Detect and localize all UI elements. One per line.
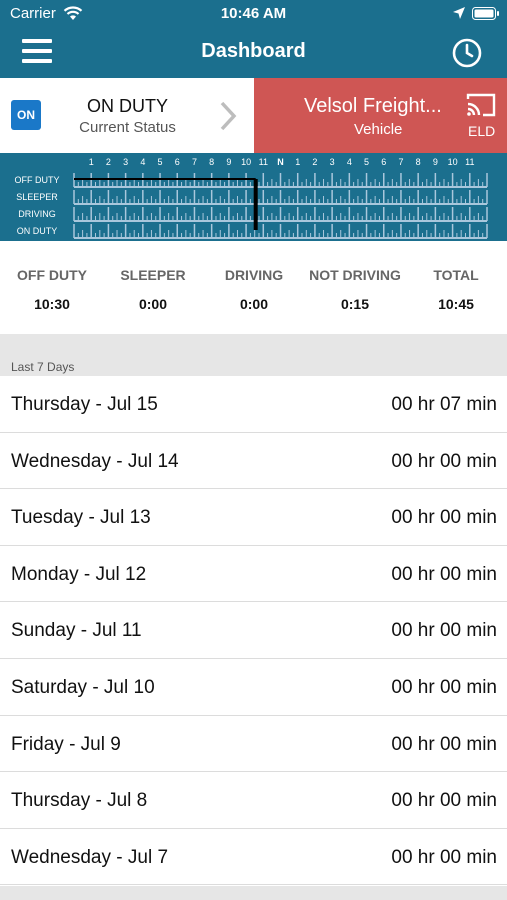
total-label: TOTAL (433, 267, 479, 283)
total-value: 0:00 (239, 296, 269, 312)
total-label: OFF DUTY (17, 267, 87, 283)
row-label: OFF DUTY (15, 175, 60, 185)
battery-icon (472, 7, 499, 20)
row-label: SLEEPER (16, 192, 58, 202)
hour-tick-label: 11 (465, 157, 474, 167)
hour-tick-label: 3 (123, 157, 128, 167)
day-hours: 00 hr 00 min (391, 676, 497, 698)
list-footer (0, 886, 507, 900)
list-item[interactable]: Tuesday - Jul 13 00 hr 00 min (0, 489, 507, 546)
section-title: Last 7 Days (11, 360, 75, 374)
hour-tick-label: 5 (158, 157, 163, 167)
day-date: Thursday - Jul 15 (11, 394, 158, 415)
section-header: Last 7 Days (0, 334, 507, 376)
list-item[interactable]: Friday - Jul 9 00 hr 00 min (0, 715, 507, 773)
hour-tick-label: 11 (259, 157, 268, 167)
hour-tick-label: 7 (398, 157, 403, 167)
cast-icon (466, 93, 496, 117)
hour-tick-label: 2 (106, 157, 111, 167)
list-item[interactable]: Wednesday - Jul 14 00 hr 00 min (0, 432, 507, 490)
day-date: Saturday - Jul 10 (11, 676, 155, 698)
day-hours: 00 hr 00 min (391, 450, 497, 472)
duty-badge: ON (11, 100, 41, 130)
day-date: Monday - Jul 12 (11, 563, 147, 585)
total-label: NOT DRIVING (309, 267, 401, 283)
nav-bar: Dashboard (0, 28, 507, 78)
day-hours: 00 hr 00 min (391, 563, 497, 585)
total-total: TOTAL 10:45 (420, 267, 492, 312)
day-date: Sunday - Jul 11 (11, 620, 142, 642)
day-hours: 00 hr 00 min (391, 507, 497, 529)
list-item[interactable]: Thursday - Jul 15 00 hr 07 min (0, 376, 507, 433)
hour-tick-label: 10 (448, 157, 458, 167)
duty-status-subtitle: Current Status (79, 119, 176, 136)
day-date: Wednesday - Jul 14 (11, 450, 179, 472)
vehicle-panel[interactable]: Velsol Freight... Vehicle ELD (254, 78, 507, 153)
total-value: 10:30 (34, 296, 70, 312)
clock-history-icon[interactable] (451, 37, 483, 69)
day-hours: 00 hr 00 min (391, 790, 497, 812)
day-hours: 00 hr 07 min (391, 394, 497, 415)
list-item[interactable]: Sunday - Jul 11 00 hr 00 min (0, 602, 507, 659)
row-label: DRIVING (18, 209, 56, 219)
day-date: Thursday - Jul 8 (11, 790, 148, 812)
vehicle-subtitle: Vehicle (354, 121, 403, 138)
status-bar: Carrier 10:46 AM (0, 0, 507, 28)
hour-tick-label: 1 (295, 157, 300, 167)
days-list: Thursday - Jul 15 00 hr 07 min Wednesday… (0, 376, 507, 886)
hour-tick-label: 1 (89, 157, 94, 167)
hour-tick-label: 7 (192, 157, 197, 167)
duty-status-panel[interactable]: ON ON DUTY Current Status (0, 78, 254, 153)
day-hours: 00 hr 00 min (391, 846, 497, 868)
list-item[interactable]: Saturday - Jul 10 00 hr 00 min (0, 658, 507, 716)
hour-tick-label: 9 (433, 157, 438, 167)
day-hours: 00 hr 00 min (391, 733, 497, 755)
location-arrow-icon (453, 7, 465, 19)
eld-label: ELD (468, 123, 496, 139)
list-item[interactable]: Wednesday - Jul 7 00 hr 00 min (0, 828, 507, 886)
page-title: Dashboard (201, 40, 306, 62)
total-value: 10:45 (438, 296, 474, 312)
day-date: Wednesday - Jul 7 (11, 846, 169, 868)
duty-graph-svg: 1 2 3 4 5 6 7 8 9 10 11 N 1 2 3 4 5 6 7 8 9 10 11 OFF DUTY SLEEP… (15, 157, 488, 239)
list-item[interactable]: Thursday - Jul 8 00 hr 00 min (0, 772, 507, 829)
day-date: Tuesday - Jul 13 (11, 507, 151, 529)
hour-tick-label: 4 (347, 157, 352, 167)
chevron-right-icon (220, 101, 237, 131)
clock-time: 10:46 AM (220, 5, 287, 22)
hour-tick-label: 2 (312, 157, 317, 167)
hour-tick-label: 4 (140, 157, 145, 167)
total-label: DRIVING (224, 267, 284, 283)
hour-tick-label: 10 (241, 157, 251, 167)
hour-tick-label: 5 (364, 157, 369, 167)
vehicle-title: Velsol Freight... (304, 95, 442, 117)
total-driving: DRIVING 0:00 (213, 267, 295, 312)
hour-tick-label: 8 (416, 157, 421, 167)
total-not-driving: NOT DRIVING 0:15 (300, 267, 410, 312)
total-off-duty: OFF DUTY 10:30 (10, 267, 94, 312)
hour-tick-label: 9 (226, 157, 231, 167)
total-sleeper: SLEEPER 0:00 (112, 267, 194, 312)
day-date: Friday - Jul 9 (11, 733, 121, 755)
total-label: SLEEPER (120, 267, 186, 283)
duty-totals: OFF DUTY 10:30 SLEEPER 0:00 DRIVING 0:00… (0, 241, 507, 334)
row-label: ON DUTY (17, 226, 58, 236)
hour-tick-label: 3 (330, 157, 335, 167)
duty-status-title: ON DUTY (87, 96, 168, 116)
hour-tick-label: 6 (381, 157, 386, 167)
hour-tick-label: 6 (175, 157, 180, 167)
hour-tick-label: 8 (209, 157, 214, 167)
hour-tick-label: N (277, 157, 284, 167)
total-value: 0:00 (138, 296, 168, 312)
day-hours: 00 hr 00 min (391, 620, 497, 642)
duty-log-graph: 1 2 3 4 5 6 7 8 9 10 11 N 1 2 3 4 5 6 7 8 9 10 11 OFF DUTY SLEEP… (0, 153, 507, 241)
status-row: ON ON DUTY Current Status Velsol Freight… (0, 78, 507, 153)
total-value: 0:15 (340, 296, 370, 312)
list-item[interactable]: Monday - Jul 12 00 hr 00 min (0, 545, 507, 603)
